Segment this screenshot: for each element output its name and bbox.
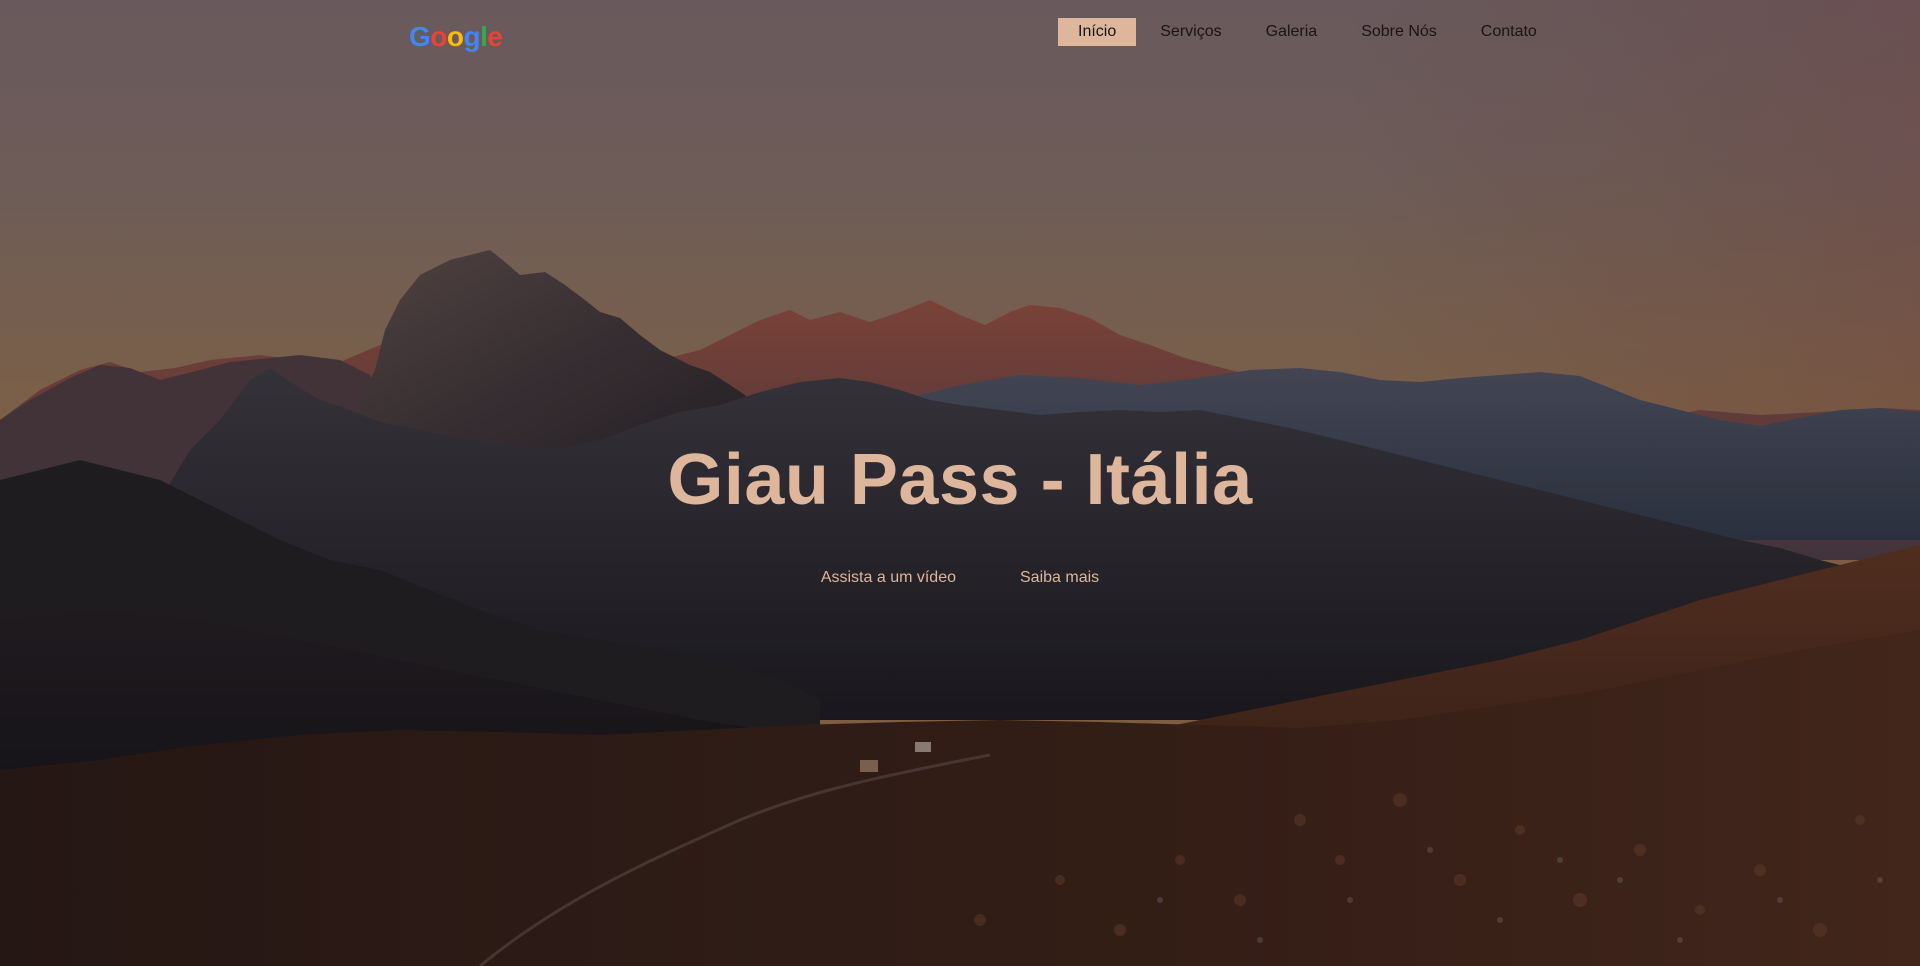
watch-video-link[interactable]: Assista a um vídeo [821, 567, 956, 589]
logo-letter-o2: o [446, 21, 464, 52]
logo-letter-l: l [480, 21, 488, 52]
nav-item-sobre-nos[interactable]: Sobre Nós [1341, 18, 1457, 46]
hero-actions: Assista a um vídeo Saiba mais [0, 567, 1920, 589]
logo-letter-e: e [487, 21, 503, 52]
learn-more-link[interactable]: Saiba mais [1020, 567, 1099, 589]
logo-letter-o1: o [430, 21, 447, 52]
nav-item-galeria[interactable]: Galeria [1246, 18, 1338, 46]
main-nav: Início Serviços Galeria Sobre Nós Contat… [1058, 18, 1561, 46]
site-header: Google Início Serviços Galeria Sobre Nós… [0, 0, 1920, 62]
nav-item-contato[interactable]: Contato [1461, 18, 1557, 46]
google-logo[interactable]: Google [409, 20, 503, 54]
hero-title: Giau Pass - Itália [667, 440, 1253, 520]
nav-item-servicos[interactable]: Serviços [1140, 18, 1241, 46]
logo-letter-g: G [409, 21, 431, 52]
nav-item-inicio[interactable]: Início [1058, 18, 1137, 46]
logo-letter-g2: g [463, 21, 481, 52]
